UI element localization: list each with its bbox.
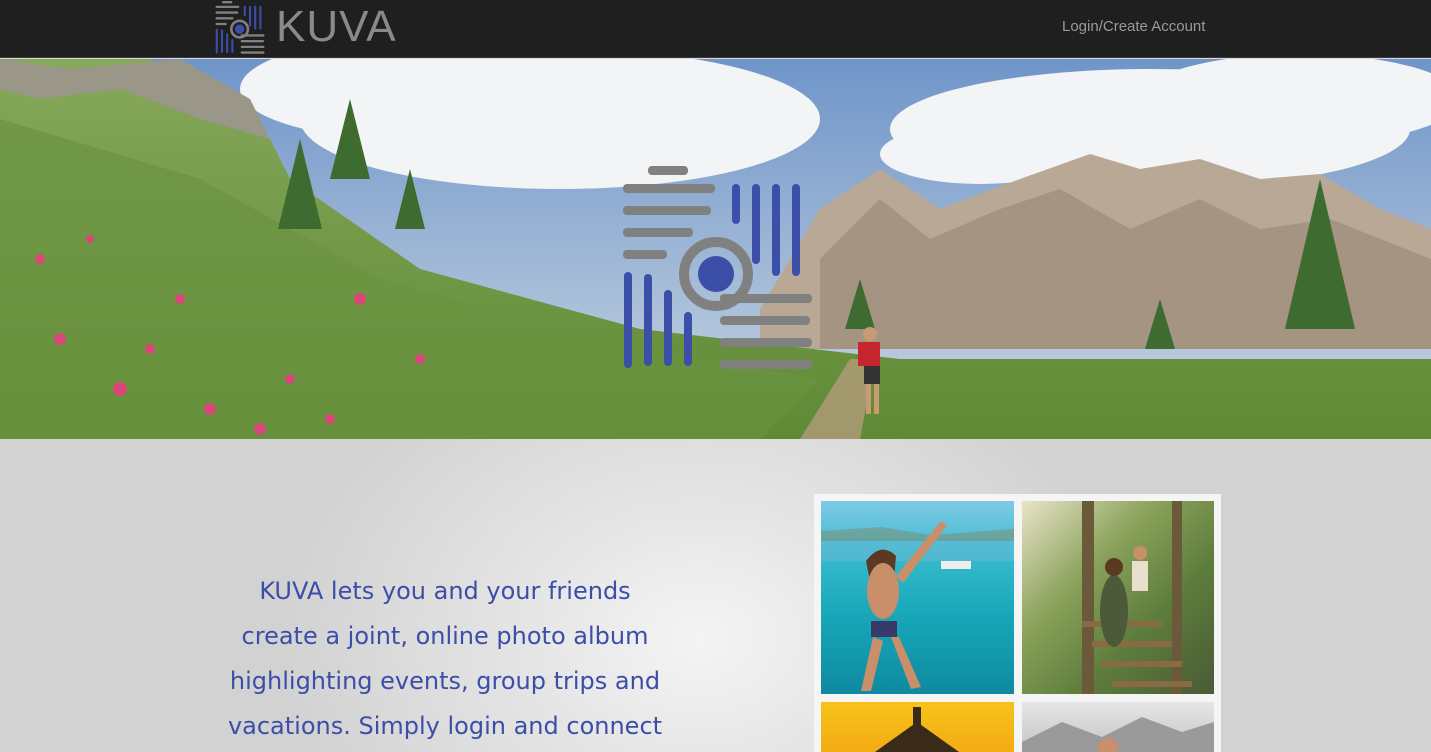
kuva-logo-icon: [215, 1, 265, 54]
brand-home-link[interactable]: KUVA: [212, 0, 397, 54]
collage-photo-beach-jump: [821, 501, 1014, 694]
tagline-line: vacations. Simply login and connect: [227, 712, 663, 740]
kuva-camera-logo-icon: [623, 166, 812, 369]
photo-collage: [814, 494, 1221, 752]
brand-name: KUVA: [276, 2, 397, 51]
collage-photo-sunset-hut: [821, 702, 1014, 752]
login-create-account-link[interactable]: Login/Create Account: [1062, 18, 1205, 35]
tagline-line: highlighting events, group trips and: [229, 667, 661, 695]
top-navbar: KUVA Login/Create Account: [0, 0, 1431, 58]
collage-photo-treehouse-stairs: [1022, 501, 1214, 694]
tagline-line: KUVA lets you and your friends: [259, 577, 631, 605]
hero-banner: [0, 59, 1431, 439]
tagline-line: create a joint, online photo album: [241, 622, 649, 650]
intro-section: KUVA lets you and your friends create a …: [0, 439, 1431, 752]
collage-photo-friends: [1022, 702, 1214, 752]
intro-tagline: KUVA lets you and your friends create a …: [220, 569, 670, 749]
